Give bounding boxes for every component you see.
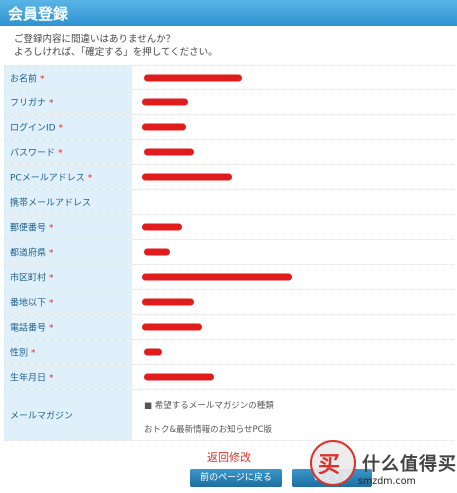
row-mobile-email: 携帯メールアドレス [4, 190, 454, 215]
required-mark: * [40, 74, 45, 84]
redacted-value [144, 248, 170, 256]
row-pc-email: PCメールアドレス * [4, 165, 454, 190]
field-label: 市区町村 * [10, 273, 54, 284]
page-title: 会員登録 [8, 5, 69, 23]
field-label: パスワード * [10, 148, 63, 159]
required-mark: * [49, 323, 54, 334]
field-label: 性別 * [10, 348, 36, 359]
required-mark: * [49, 298, 54, 309]
redacted-value [142, 223, 182, 231]
redacted-value [144, 74, 242, 81]
magazine-type-line: ■ 希望するメールマガジンの種類 [144, 401, 274, 411]
edit-link[interactable]: 返回修改 [207, 449, 251, 465]
row-phone: 電話番号 * [4, 315, 454, 340]
field-label: 郵便番号 * [10, 223, 54, 234]
redacted-value [142, 173, 232, 181]
watermark-text: 什么值得买 [362, 454, 457, 475]
field-label: メールマガジン [10, 411, 74, 422]
redacted-value [142, 123, 186, 131]
redacted-value [142, 323, 202, 331]
watermark: 买 什么值得买 smzdm.com [310, 440, 457, 493]
page-header: 会員登録 [0, 0, 457, 26]
field-label: フリガナ * [10, 98, 54, 109]
row-furigana: フリガナ * [4, 90, 454, 115]
field-label: 生年月日 * [10, 373, 54, 384]
row-login-id: ログインID * [4, 115, 454, 140]
row-city: 市区町村 * [4, 265, 454, 290]
row-mail-magazine: メールマガジン ■ 希望するメールマガジンの種類 おトク&最新情報のお知らせPC… [4, 390, 454, 441]
required-mark: * [49, 248, 54, 259]
redacted-value [144, 348, 162, 356]
watermark-logo-icon: 买 [310, 440, 356, 486]
redacted-value [144, 373, 214, 381]
field-label: 番地以下 * [10, 298, 54, 309]
registration-table: お名前 * フリガナ * ログインID * パスワード * PCメールアドレス * 携帯メ… [4, 65, 454, 441]
back-button[interactable]: 前のページに戻る [190, 469, 282, 487]
redacted-value [142, 98, 188, 106]
intro-line-2: よろしければ、「確定する」を押してください。 [14, 47, 218, 58]
magazine-value: おトク&最新情報のお知らせPC版 [144, 425, 273, 435]
field-label: 都道府県 * [10, 248, 54, 259]
field-label: 電話番号 * [10, 323, 54, 334]
field-label: ログインID * [10, 123, 64, 134]
row-password: パスワード * [4, 140, 454, 165]
intro-line-1: ご登録内容に間違いはありませんか？ [14, 34, 176, 45]
row-address: 番地以下 * [4, 290, 454, 315]
redacted-value [144, 148, 194, 156]
intro-text: ご登録内容に間違いはありませんか？ よろしければ、「確定する」を押してください。 [14, 33, 218, 59]
field-label: お名前 * [10, 74, 45, 84]
row-prefecture: 都道府県 * [4, 240, 454, 265]
required-mark: * [49, 98, 54, 109]
required-mark: * [49, 373, 54, 384]
required-mark: * [58, 148, 63, 159]
required-mark: * [87, 173, 93, 184]
required-mark: * [58, 123, 64, 134]
watermark-url: smzdm.com [358, 476, 416, 487]
field-label: 携帯メールアドレス [10, 198, 92, 209]
redacted-value [142, 273, 292, 281]
row-name: お名前 * [4, 66, 454, 90]
required-mark: * [49, 273, 54, 284]
required-mark: * [49, 223, 54, 234]
row-birthdate: 生年月日 * [4, 365, 454, 390]
required-mark: * [31, 348, 36, 359]
row-postal-code: 郵便番号 * [4, 215, 454, 240]
redacted-value [142, 298, 194, 306]
row-gender: 性別 * [4, 340, 454, 365]
watermark-badge: 买 [318, 453, 341, 478]
field-label: PCメールアドレス * [10, 173, 93, 184]
